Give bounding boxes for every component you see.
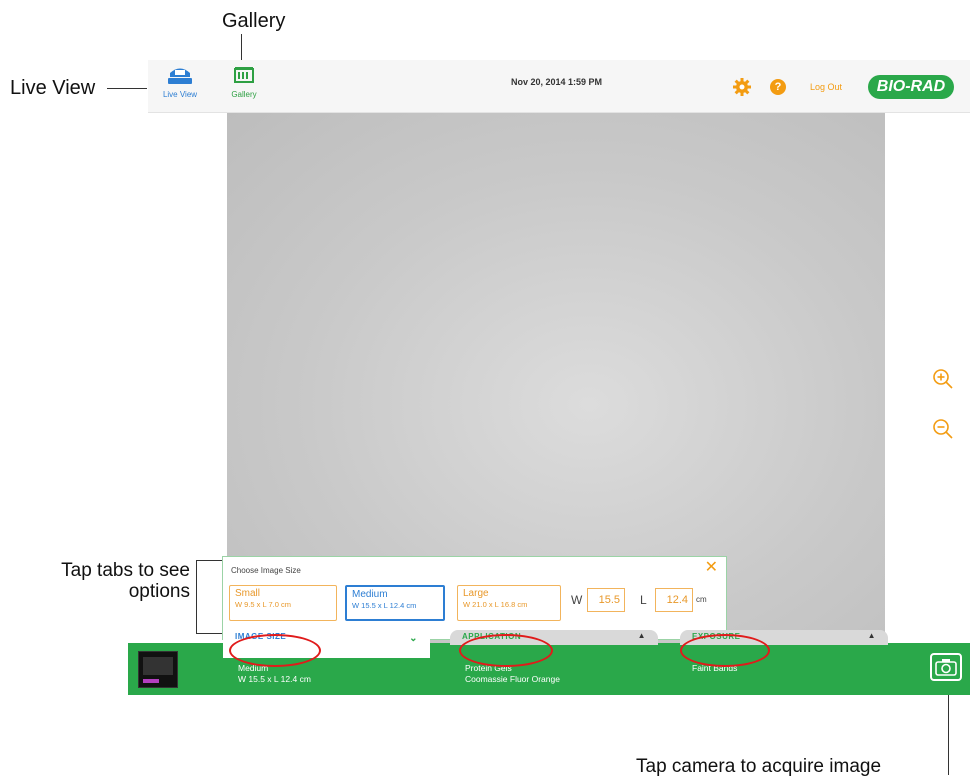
nav-live-view-label: Live View [162,90,198,99]
zoom-out-icon[interactable] [932,418,954,440]
nav-gallery-label: Gallery [231,90,257,99]
panel-title: Choose Image Size [231,566,301,575]
tap-tabs-bracket-bottom [196,633,222,634]
image-size-value-line2: W 15.5 x L 12.4 cm [238,674,311,684]
size-option-name: Medium [352,589,388,600]
chevron-down-icon: ⌄ [409,633,418,644]
size-option-name: Small [235,588,261,599]
top-bar: Live View Gallery Nov 20, 2014 1:59 PM ?… [148,60,970,113]
application-value-line2: Coomassie Fluor Orange [465,674,560,684]
chevron-up-icon: ▲ [867,631,876,640]
length-field[interactable]: 12.4 [655,588,693,612]
width-field[interactable]: 15.5 [587,588,625,612]
datetime: Nov 20, 2014 1:59 PM [511,77,603,87]
highlight-image-size [229,634,321,667]
chevron-up-icon: ▲ [637,631,646,640]
last-image-thumbnail[interactable] [138,651,178,688]
size-option-large[interactable]: Large W 21.0 x L 16.8 cm [457,585,561,621]
close-icon[interactable]: ✕ [705,560,718,576]
highlight-exposure [680,634,770,667]
gear-icon[interactable] [733,78,751,96]
width-label: W [571,593,583,607]
thumbnail-strip [143,679,159,683]
size-option-dims: W 9.5 x L 7.0 cm [235,600,291,609]
nav-gallery[interactable]: Gallery [224,64,264,99]
tap-tabs-bracket [196,560,197,633]
tap-tabs-callout: Tap tabs to see options [61,560,190,602]
live-view-callout: Live View [10,77,96,99]
nav-live-view[interactable]: Live View [158,64,202,99]
gallery-icon [234,67,254,83]
tap-camera-callout: Tap camera to acquire image [636,756,882,777]
camera-callout-line [948,695,949,775]
size-option-medium[interactable]: Medium W 15.5 x L 12.4 cm [345,585,445,621]
thumbnail-image [143,657,173,675]
live-view-icon [168,68,192,84]
unit-label: cm [696,595,707,604]
length-label: L [640,593,647,607]
highlight-application [459,634,553,667]
size-option-dims: W 15.5 x L 12.4 cm [352,601,417,610]
camera-button[interactable] [930,653,962,681]
camera-icon [935,659,957,676]
tap-tabs-bracket-top [196,560,222,561]
gallery-callout: Gallery [222,10,286,32]
logout-link[interactable]: Log Out [810,82,842,92]
zoom-in-icon[interactable] [932,368,954,390]
bio-rad-logo: BIO-RAD [868,75,954,99]
size-option-name: Large [463,588,489,599]
gallery-callout-line [241,34,242,62]
size-option-dims: W 21.0 x L 16.8 cm [463,600,528,609]
live-view-callout-line [107,88,147,89]
help-icon[interactable]: ? [770,79,786,95]
image-size-panel: Choose Image Size ✕ Small W 9.5 x L 7.0 … [222,556,727,640]
size-option-small[interactable]: Small W 9.5 x L 7.0 cm [229,585,337,621]
